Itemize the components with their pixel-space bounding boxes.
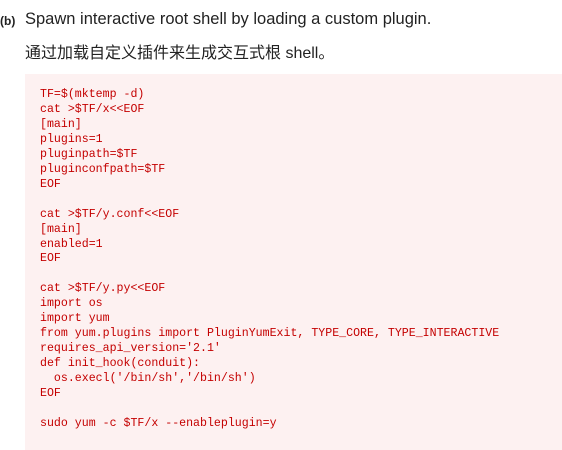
section-subtitle-chinese: 通过加载自定义插件来生成交互式根 shell。 [25,45,335,62]
item-label: (b) [0,14,16,28]
code-block: TF=$(mktemp -d) cat >$TF/x<<EOF [main] p… [25,74,562,450]
section-title: Spawn interactive root shell by loading … [25,10,432,28]
code-text[interactable]: TF=$(mktemp -d) cat >$TF/x<<EOF [main] p… [40,88,499,432]
